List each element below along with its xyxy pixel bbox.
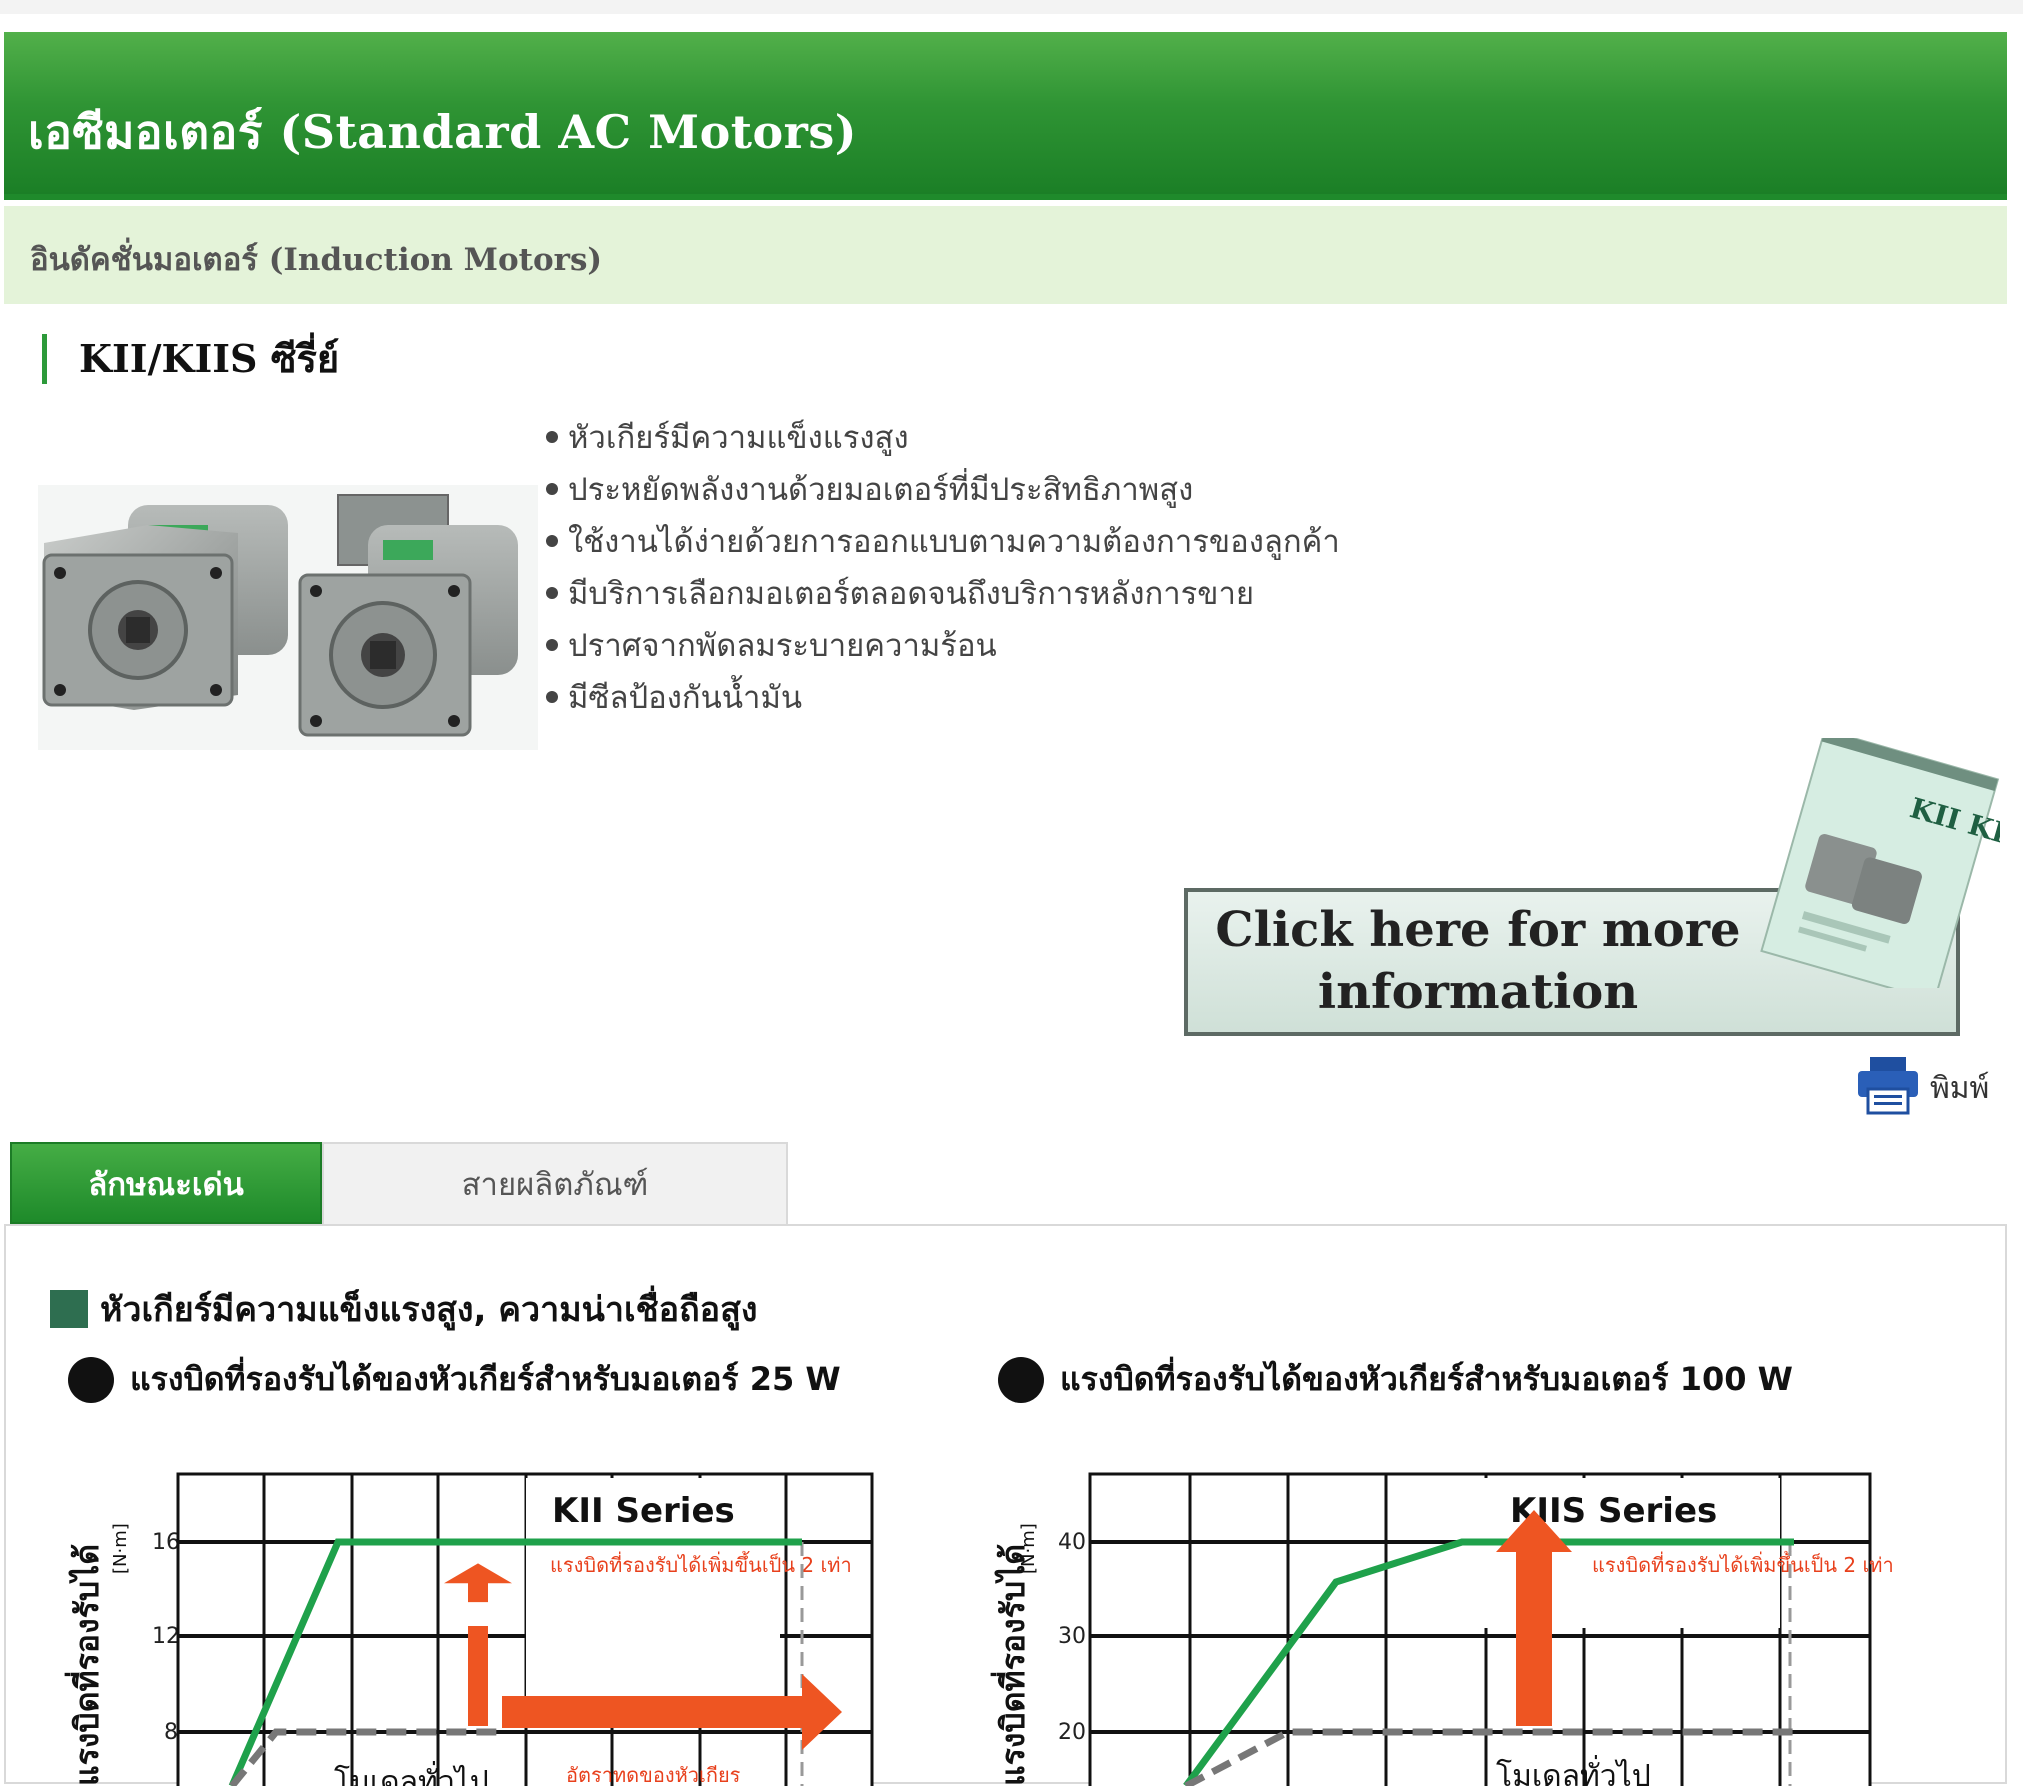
y-axis-unit: [N·m] [110, 1523, 131, 1574]
y-tick-label: 30 [1058, 1624, 1086, 1649]
banner-line-2: information [1317, 964, 1639, 1020]
up-arrow-stem [468, 1626, 488, 1726]
feature-item: ปราศจากพัดลมระบายความร้อน [546, 620, 1340, 672]
circle-bullet-icon [68, 1356, 114, 1403]
section-heading: หัวเกียร์มีความแข็งแรงสูง, ความน่าเชื่อถ… [50, 1282, 757, 1336]
y-tick-label: 12 [152, 1624, 180, 1649]
y-axis-label: แรงบิดที่รองรับได้ [64, 1544, 106, 1786]
print-label: พิมพ์ [1930, 1071, 1990, 1106]
brochure-image[interactable]: KII KIIS [1744, 738, 2000, 988]
series-label: KII Series [552, 1491, 735, 1531]
y-axis-unit: [N·m] [1018, 1523, 1039, 1574]
product-photo [38, 485, 538, 750]
series-heading: KII/KIIS ซีรี่ย์ [42, 334, 339, 384]
conventional-label: โมเดลทั่วไป [334, 1761, 489, 1786]
main-header: เอซีมอเตอร์ (Standard AC Motors) [4, 32, 2007, 200]
annotation-up: แรงบิดที่รองรับได้เพิ่มขึ้นเป็น 2 เท่า [1592, 1551, 1894, 1577]
section-heading-text: หัวเกียร์มีความแข็งแรงสูง, ความน่าเชื่อถ… [100, 1290, 758, 1330]
banner-line-1: Click here for more [1215, 902, 1741, 958]
top-strip [0, 0, 2023, 14]
bullet-icon [546, 638, 558, 651]
y-tick-label: 8 [164, 1720, 178, 1745]
square-icon [50, 1290, 88, 1328]
feature-item: มีซีลป้องกันน้ำมัน [546, 672, 1340, 724]
chart-1-title: แรงบิดที่รองรับได้ของหัวเกียร์สำหรับมอเต… [68, 1354, 841, 1405]
up-arrow-stem [1516, 1580, 1552, 1726]
tab-product-line[interactable]: สายผลิตภัณฑ์ [322, 1142, 788, 1224]
feature-item: ประหยัดพลังงานด้วยมอเตอร์ที่มีประสิทธิภา… [546, 464, 1340, 516]
category-title: อินดัคชั่นมอเตอร์ (Induction Motors) [30, 242, 603, 278]
bullet-icon [546, 430, 558, 443]
annotation-up: แรงบิดที่รองรับได้เพิ่มขึ้นเป็น 2 เท่า [550, 1551, 852, 1577]
bullet-icon [546, 482, 558, 495]
y-tick-label: 20 [1058, 1720, 1086, 1745]
circle-bullet-icon [998, 1356, 1044, 1403]
chart-25w: แรงบิดที่รองรับได้ [N·m] 16 12 8 KII Ser… [64, 1472, 874, 1786]
feature-item: ใช้งานได้ง่ายด้วยการออกแบบตามความต้องการ… [546, 516, 1340, 568]
bullet-icon [546, 586, 558, 599]
bullet-icon [546, 690, 558, 703]
feature-item: มีบริการเลือกมอเตอร์ตลอดจนถึงบริการหลังก… [546, 568, 1340, 620]
printer-icon [1858, 1057, 1918, 1115]
tab-features[interactable]: ลักษณะเด่น [10, 1142, 322, 1224]
chart-100w: แรงบิดที่รองรับได้ [N·m] 40 30 20 KIIS S… [990, 1472, 1894, 1786]
feature-list: หัวเกียร์มีความแข็งแรงสูง ประหยัดพลังงาน… [546, 412, 1340, 724]
y-tick-label: 40 [1058, 1530, 1086, 1555]
feature-item: หัวเกียร์มีความแข็งแรงสูง [546, 412, 1340, 464]
annotation-right: อัตราทดของหัวเกียร [566, 1763, 741, 1786]
sub-header: อินดัคชั่นมอเตอร์ (Induction Motors) [4, 206, 2007, 304]
feature-panel: หัวเกียร์มีความแข็งแรงสูง, ความน่าเชื่อถ… [4, 1224, 2007, 1786]
bullet-icon [546, 534, 558, 547]
y-tick-label: 16 [152, 1530, 180, 1555]
series-name: KII/KIIS ซีรี่ย์ [79, 336, 340, 381]
print-link[interactable]: พิมพ์ [1856, 1055, 1989, 1115]
y-axis-label: แรงบิดที่รองรับได้ [990, 1544, 1032, 1786]
chart-2-title: แรงบิดที่รองรับได้ของหัวเกียร์สำหรับมอเต… [998, 1354, 1793, 1405]
page-title: เอซีมอเตอร์ (Standard AC Motors) [28, 105, 858, 159]
